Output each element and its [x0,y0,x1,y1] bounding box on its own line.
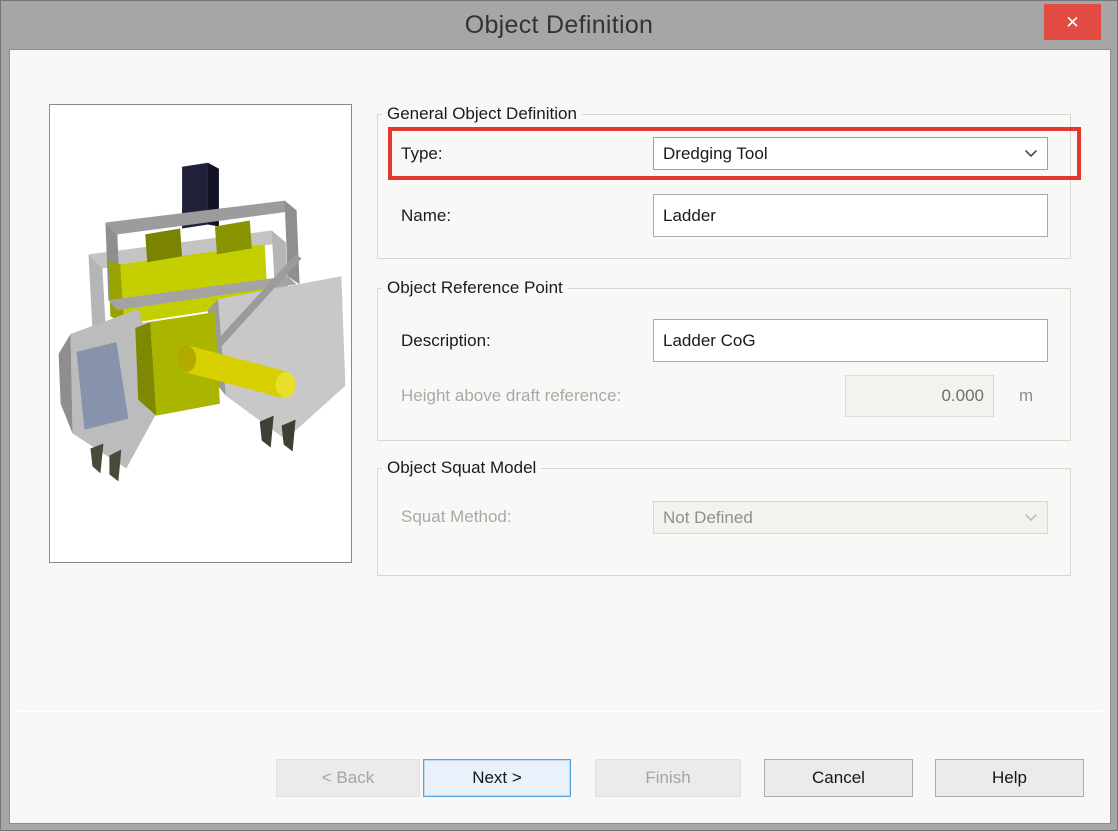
group-squat-title: Object Squat Model [382,458,541,478]
chevron-down-icon [1024,513,1038,522]
squat-method-label: Squat Method: [401,501,512,533]
model-preview [49,104,352,563]
cancel-button[interactable]: Cancel [764,759,913,797]
footer-divider [17,711,1103,712]
type-dropdown-value: Dredging Tool [663,144,1024,164]
object-definition-window: Object Definition ✕ [0,0,1118,831]
chevron-down-icon [1024,149,1038,158]
close-button[interactable]: ✕ [1044,4,1101,40]
description-label: Description: [401,321,491,361]
dredging-tool-3d-image [50,105,353,562]
group-reference-title: Object Reference Point [382,278,568,298]
window-title: Object Definition [1,1,1117,49]
close-icon: ✕ [1065,14,1079,31]
description-input[interactable] [653,319,1048,362]
title-bar: Object Definition ✕ [1,1,1117,49]
back-button: < Back [276,759,420,797]
height-above-draft-label: Height above draft reference: [401,376,621,416]
height-above-draft-input [845,375,994,417]
squat-method-dropdown: Not Defined [653,501,1048,534]
finish-button: Finish [595,759,741,797]
help-button[interactable]: Help [935,759,1084,797]
type-label: Type: [401,138,443,170]
type-dropdown[interactable]: Dredging Tool [653,137,1048,170]
group-general-title: General Object Definition [382,104,582,124]
next-button[interactable]: Next > [423,759,571,797]
squat-method-value: Not Defined [663,508,1024,528]
name-label: Name: [401,196,451,236]
height-unit-label: m [1019,376,1033,416]
name-input[interactable] [653,194,1048,237]
